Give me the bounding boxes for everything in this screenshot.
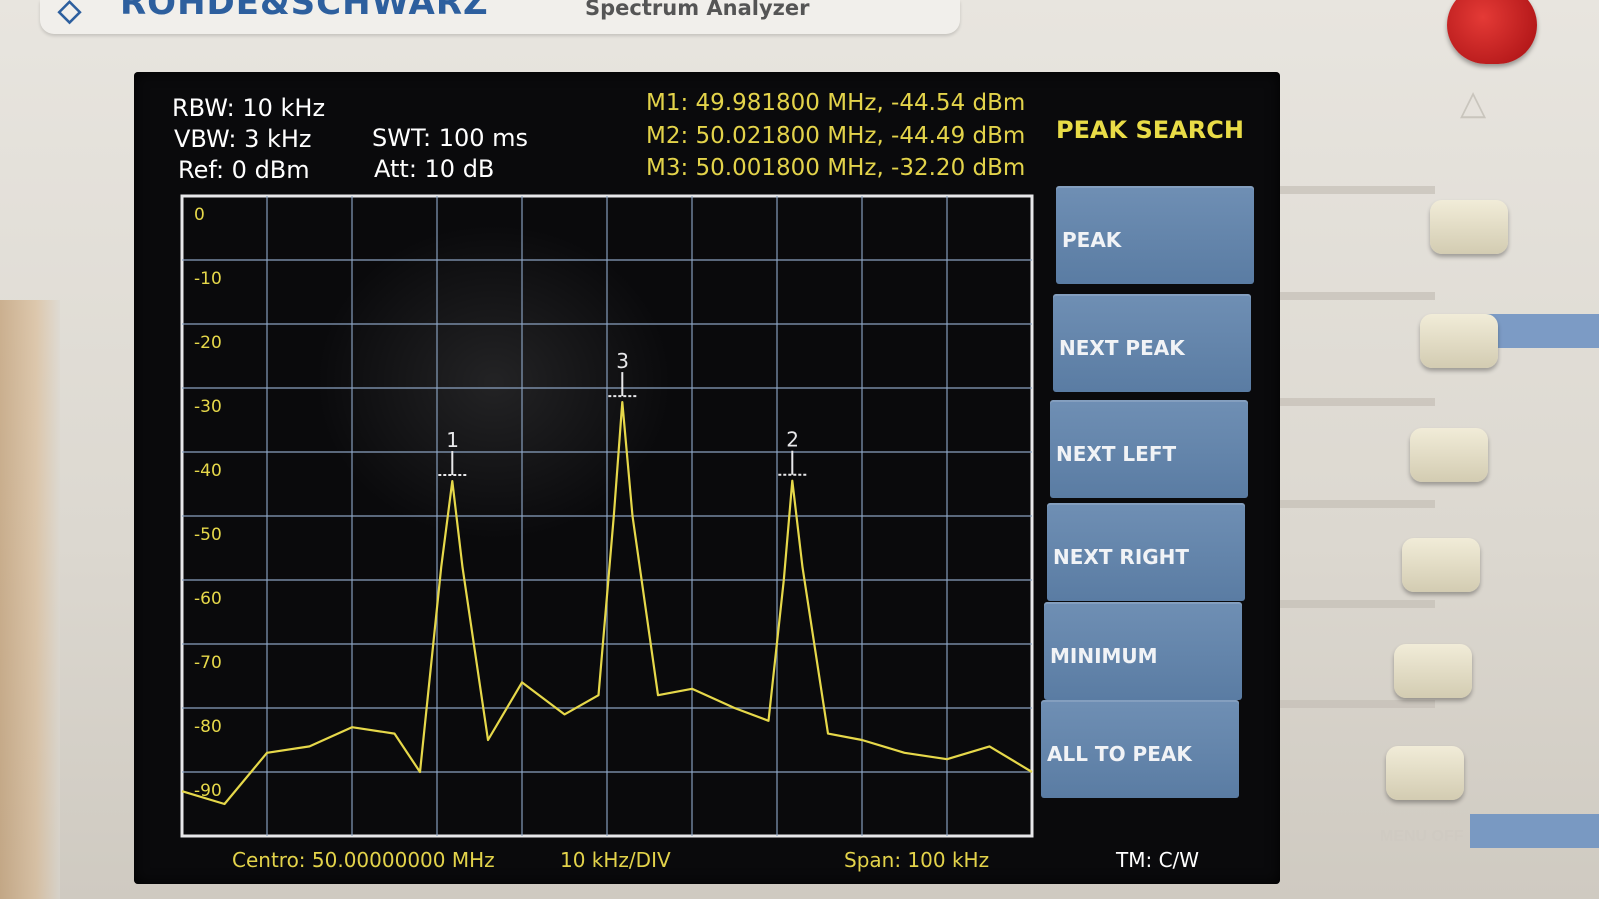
softkey-label: NEXT PEAK [1059, 336, 1185, 360]
y-tick-label: -10 [194, 269, 222, 289]
y-tick-label: -20 [194, 333, 222, 353]
marker-3-label: 3 [616, 349, 629, 373]
softkey-peak[interactable]: PEAK [1056, 186, 1254, 284]
softkey-rail [1265, 500, 1435, 508]
blue-stripe [1470, 814, 1599, 848]
hardkey-3[interactable] [1410, 428, 1488, 482]
softkey-rail [1265, 292, 1435, 300]
y-tick-label: -40 [194, 461, 222, 481]
softkey-label: ALL TO PEAK [1047, 742, 1192, 766]
softkey-next-left[interactable]: NEXT LEFT [1050, 400, 1248, 498]
hardkey-6[interactable] [1386, 746, 1464, 800]
rbw-readout: RBW: 10 kHz [172, 94, 326, 122]
softkey-rail [1265, 600, 1435, 608]
brand-name: ROHDE&SCHWARZ [120, 0, 489, 23]
softkey-minimum[interactable]: MINIMUM [1044, 602, 1242, 700]
menu-title: PEAK SEARCH [1056, 116, 1244, 144]
span-readout: Span: 100 kHz [844, 848, 990, 872]
softkey-label: NEXT LEFT [1056, 442, 1177, 466]
vbw-readout: VBW: 3 kHz [174, 125, 312, 153]
att-readout: Att: 10 dB [374, 155, 495, 183]
marker-1-readout: M1: 49.981800 MHz, -44.54 dBm [646, 90, 1026, 116]
y-tick-label: -60 [194, 589, 222, 609]
marker-2-readout: M2: 50.021800 MHz, -44.49 dBm [646, 123, 1026, 149]
hardkey-5[interactable] [1394, 644, 1472, 698]
softkey-rail [1265, 700, 1435, 708]
softkey-label: PEAK [1062, 228, 1122, 252]
swt-readout: SWT: 100 ms [372, 124, 529, 152]
softkey-rail [1265, 186, 1435, 194]
brand-logo-icon: ◇ [58, 0, 82, 27]
analyzer-screen: RBW: 10 kHz VBW: 3 kHz Ref: 0 dBm SWT: 1… [134, 72, 1280, 884]
trace-mode: TM: C/W [1116, 848, 1200, 872]
hardkey-4[interactable] [1402, 538, 1480, 592]
softkey-next-peak[interactable]: NEXT PEAK [1053, 294, 1251, 392]
center-frequency: Centro: 50.00000000 MHz [232, 848, 495, 872]
y-tick-label: -30 [194, 397, 222, 417]
spectrum-plot: 0-10-20-30-40-50-60-70-80-90-100123 [180, 194, 1034, 838]
scale-per-division: 10 kHz/DIV [560, 848, 671, 872]
softkey-label: NEXT RIGHT [1053, 545, 1190, 569]
y-tick-label: -80 [194, 717, 222, 737]
ref-readout: Ref: 0 dBm [178, 156, 310, 184]
marker-1-label: 1 [446, 428, 459, 452]
softkey-next-right[interactable]: NEXT RIGHT [1047, 503, 1245, 601]
marker-2-label: 2 [786, 428, 799, 452]
marker-3-readout: M3: 50.001800 MHz, -32.20 dBm [646, 155, 1026, 181]
softkey-all-to-peak[interactable]: ALL TO PEAK [1041, 700, 1239, 798]
table-background [0, 300, 60, 899]
menu-off-label: MENU OFF [1380, 828, 1464, 845]
hardkey-1[interactable] [1430, 200, 1508, 254]
warning-triangle-icon: △ [1460, 84, 1487, 122]
softkey-label: MINIMUM [1050, 644, 1158, 668]
y-tick-label: 0 [194, 205, 205, 225]
y-tick-label: -70 [194, 653, 222, 673]
softkey-rail [1265, 398, 1435, 406]
power-button[interactable] [1447, 0, 1537, 64]
model-label: Spectrum Analyzer [585, 0, 810, 20]
y-tick-label: -50 [194, 525, 222, 545]
hardkey-2[interactable] [1420, 314, 1498, 368]
